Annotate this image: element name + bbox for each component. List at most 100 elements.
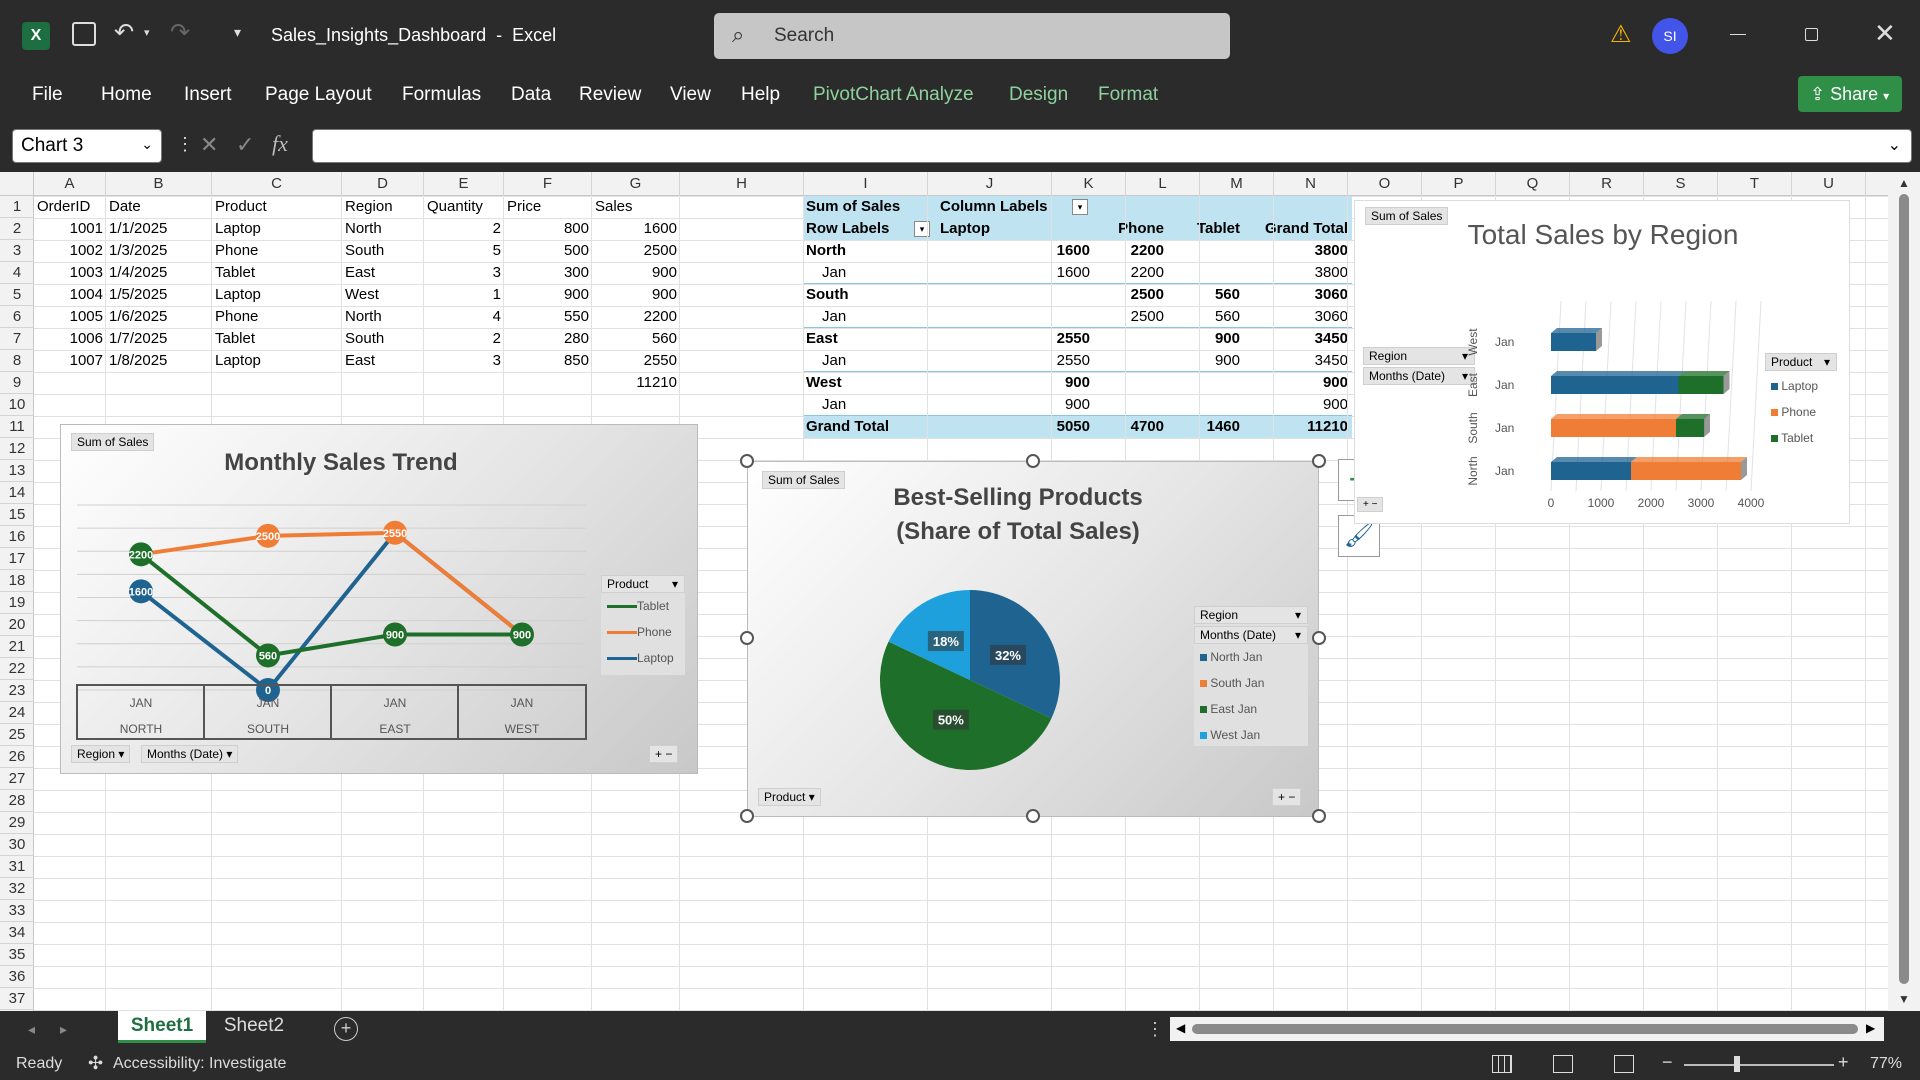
row-header[interactable]: 24 bbox=[0, 702, 34, 724]
column-header[interactable]: A bbox=[34, 172, 106, 196]
best-selling-products-chart[interactable]: Sum of Sales Best-Selling Products (Shar… bbox=[747, 461, 1319, 817]
tab-sheet2[interactable]: Sheet2 bbox=[214, 1011, 294, 1043]
pivot-value[interactable]: 3800 bbox=[1244, 262, 1348, 284]
column-header[interactable]: G bbox=[592, 172, 680, 196]
resize-handle[interactable] bbox=[740, 809, 754, 823]
cell[interactable]: 1/5/2025 bbox=[109, 284, 209, 306]
page-break-view-icon[interactable] bbox=[1614, 1055, 1634, 1073]
pivot-value[interactable] bbox=[1170, 240, 1240, 262]
cell[interactable]: Laptop bbox=[215, 284, 339, 306]
column-header[interactable]: U bbox=[1792, 172, 1866, 196]
row-header[interactable]: 12 bbox=[0, 438, 34, 460]
row-header[interactable]: 9 bbox=[0, 372, 34, 394]
column-header[interactable]: J bbox=[928, 172, 1052, 196]
column-header[interactable]: I bbox=[804, 172, 928, 196]
row-header[interactable]: 25 bbox=[0, 724, 34, 746]
cell[interactable]: 1 bbox=[427, 284, 501, 306]
pivot-row-label[interactable]: Jan bbox=[822, 394, 846, 416]
bar-phone-south[interactable] bbox=[1551, 419, 1676, 437]
column-header[interactable]: F bbox=[504, 172, 592, 196]
pivot-value[interactable]: 5050 bbox=[940, 416, 1090, 438]
pivot-value[interactable]: 11210 bbox=[1244, 416, 1348, 438]
pivot-value[interactable]: 2500 bbox=[1094, 284, 1164, 306]
share-button[interactable]: ⇪ Share ▾ bbox=[1798, 76, 1902, 112]
cell[interactable]: 1/7/2025 bbox=[109, 328, 209, 350]
tab-insert[interactable]: Insert bbox=[184, 84, 232, 106]
pivot-row-label[interactable]: Jan bbox=[822, 350, 846, 372]
pivot-value[interactable]: 900 bbox=[940, 372, 1090, 394]
tab-design[interactable]: Design bbox=[1009, 84, 1068, 106]
prev-sheet-icon[interactable]: ◂ bbox=[28, 1021, 35, 1038]
cell[interactable]: Phone bbox=[215, 240, 339, 262]
tab-pivotchart-analyze[interactable]: PivotChart Analyze bbox=[813, 84, 974, 106]
cell[interactable]: Region bbox=[345, 196, 421, 218]
scroll-thumb[interactable] bbox=[1192, 1024, 1858, 1034]
restore-icon[interactable] bbox=[1805, 28, 1818, 41]
pivot-value[interactable] bbox=[1170, 394, 1240, 416]
horizontal-scrollbar[interactable]: ◀ ▶ bbox=[1170, 1017, 1884, 1041]
resize-handle[interactable] bbox=[740, 631, 754, 645]
pivot-row-label[interactable]: North bbox=[806, 240, 846, 262]
pivot-value[interactable]: 2200 bbox=[1094, 262, 1164, 284]
column-header[interactable]: C bbox=[212, 172, 342, 196]
bar-tablet-south[interactable] bbox=[1676, 419, 1704, 437]
vertical-scrollbar[interactable]: ▲ ▼ bbox=[1888, 172, 1920, 1011]
row-header[interactable]: 1 bbox=[0, 196, 34, 218]
pivot-value[interactable]: 2550 bbox=[940, 328, 1090, 350]
row-header[interactable]: 11 bbox=[0, 416, 34, 438]
column-header[interactable]: P bbox=[1422, 172, 1496, 196]
row-header[interactable]: 13 bbox=[0, 460, 34, 482]
cell[interactable]: 2500 bbox=[595, 240, 677, 262]
pivot-value[interactable] bbox=[940, 284, 1090, 306]
tab-formulas[interactable]: Formulas bbox=[402, 84, 481, 106]
tab-view[interactable]: View bbox=[670, 84, 711, 106]
zoom-slider-thumb[interactable] bbox=[1734, 1056, 1740, 1072]
resize-handle[interactable] bbox=[1312, 631, 1326, 645]
minimize-icon[interactable] bbox=[1730, 34, 1746, 35]
row-header[interactable]: 20 bbox=[0, 614, 34, 636]
pivot-value[interactable] bbox=[1170, 372, 1240, 394]
cell[interactable]: 1001 bbox=[37, 218, 103, 240]
cell[interactable]: Laptop bbox=[215, 218, 339, 240]
cell[interactable]: South bbox=[345, 240, 421, 262]
pivot-value[interactable]: 3450 bbox=[1244, 350, 1348, 372]
product-filter-button[interactable]: Product ▾ bbox=[758, 788, 821, 806]
expand-field-button[interactable]: + − bbox=[1357, 497, 1384, 512]
row-header[interactable]: 28 bbox=[0, 790, 34, 812]
pivot-value[interactable]: 560 bbox=[1170, 306, 1240, 328]
row-header[interactable]: 26 bbox=[0, 746, 34, 768]
tab-data[interactable]: Data bbox=[511, 84, 551, 106]
zoom-in-icon[interactable]: + bbox=[1838, 1052, 1849, 1073]
more-options-icon[interactable]: ⋮ bbox=[1146, 1019, 1164, 1040]
expand-field-button[interactable]: + − bbox=[649, 745, 679, 763]
pivot-value[interactable]: 3800 bbox=[1244, 240, 1348, 262]
cell[interactable]: 2550 bbox=[595, 350, 677, 372]
column-header[interactable]: E bbox=[424, 172, 504, 196]
zoom-slider[interactable] bbox=[1684, 1064, 1834, 1066]
row-header[interactable]: 36 bbox=[0, 966, 34, 988]
cell[interactable]: East bbox=[345, 350, 421, 372]
row-header[interactable]: 32 bbox=[0, 878, 34, 900]
row-header[interactable]: 31 bbox=[0, 856, 34, 878]
accessibility-status[interactable]: Accessibility: Investigate bbox=[113, 1055, 286, 1073]
row-header[interactable]: 7 bbox=[0, 328, 34, 350]
pivot-value[interactable]: 2500 bbox=[1094, 306, 1164, 328]
pivot-row-label[interactable]: East bbox=[806, 328, 838, 350]
bar-tablet-east[interactable] bbox=[1678, 376, 1724, 394]
product-filter-button[interactable]: Product ▾ bbox=[601, 575, 685, 593]
cell[interactable]: Product bbox=[215, 196, 339, 218]
pivot-value[interactable] bbox=[1170, 262, 1240, 284]
row-header[interactable]: 21 bbox=[0, 636, 34, 658]
pivot-row-label[interactable]: West bbox=[806, 372, 842, 394]
cell[interactable]: West bbox=[345, 284, 421, 306]
tab-help[interactable]: Help bbox=[741, 84, 780, 106]
cell[interactable]: 2 bbox=[427, 328, 501, 350]
cell[interactable]: 1003 bbox=[37, 262, 103, 284]
cell[interactable]: 1006 bbox=[37, 328, 103, 350]
pivot-value[interactable]: 900 bbox=[1170, 328, 1240, 350]
cell[interactable]: Date bbox=[109, 196, 209, 218]
bar-laptop-east[interactable] bbox=[1551, 376, 1679, 394]
cell[interactable]: 900 bbox=[595, 262, 677, 284]
cell[interactable]: South bbox=[345, 328, 421, 350]
row-header[interactable]: 4 bbox=[0, 262, 34, 284]
